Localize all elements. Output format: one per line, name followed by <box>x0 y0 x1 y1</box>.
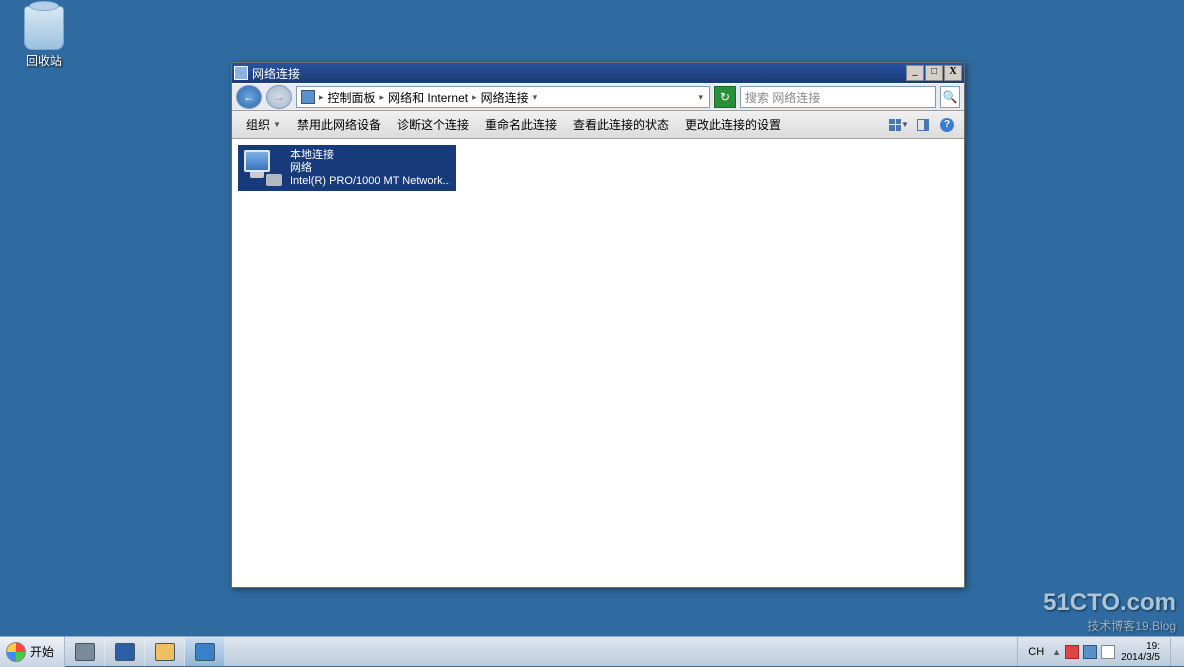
breadcrumb-part[interactable]: 控制面板 <box>328 89 376 106</box>
search-box[interactable] <box>740 86 936 108</box>
dropdown-icon[interactable]: ▾ <box>696 92 705 103</box>
sound-icon[interactable] <box>1101 645 1115 659</box>
chevron-icon: ▾ <box>531 92 540 103</box>
tiles-icon <box>889 119 901 131</box>
connection-adapter: Intel(R) PRO/1000 MT Network... <box>290 175 450 188</box>
view-status-button[interactable]: 查看此连接的状态 <box>565 114 677 135</box>
system-tray: CH ▲ 19: 2014/3/5 <box>1017 637 1184 666</box>
rename-button[interactable]: 重命名此连接 <box>477 114 565 135</box>
powershell-icon <box>115 643 135 661</box>
start-label: 开始 <box>30 643 54 660</box>
maximize-button[interactable]: □ <box>925 65 943 81</box>
clock-time: 19: <box>1121 641 1160 652</box>
taskbar: 开始 CH ▲ 19: 2014/3/5 <box>0 636 1184 666</box>
network-connections-window: 网络连接 _ □ X ← → ▸ 控制面板 ▸ 网络和 Internet ▸ 网… <box>231 62 965 588</box>
clock-date: 2014/3/5 <box>1121 652 1160 663</box>
local-connection-item[interactable]: 本地连接 网络 Intel(R) PRO/1000 MT Network... <box>238 145 456 191</box>
clock[interactable]: 19: 2014/3/5 <box>1119 641 1162 663</box>
windows-logo-icon <box>6 642 26 662</box>
preview-pane-button[interactable] <box>912 114 934 136</box>
help-icon: ? <box>940 118 954 132</box>
chevron-down-icon: ▼ <box>273 120 281 129</box>
search-icon: 🔍 <box>943 90 958 104</box>
minimize-button[interactable]: _ <box>906 65 924 81</box>
watermark: 51CTO.com 技术博客19.Blog <box>1043 589 1176 634</box>
breadcrumb-part[interactable]: 网络和 Internet <box>388 89 468 106</box>
taskbar-network-connections[interactable] <box>185 638 225 666</box>
taskbar-server-manager[interactable] <box>65 638 105 666</box>
view-tiles-button[interactable]: ▼ <box>888 114 910 136</box>
chevron-icon: ▸ <box>378 92 387 103</box>
arrow-left-icon: ← <box>243 90 255 104</box>
chevron-icon: ▸ <box>317 92 326 103</box>
language-indicator[interactable]: CH <box>1024 646 1048 658</box>
show-desktop-button[interactable] <box>1170 638 1178 666</box>
network-adapter-icon <box>244 150 282 186</box>
watermark-line2: 技术博客19.Blog <box>1043 617 1176 634</box>
start-button[interactable]: 开始 <box>0 637 65 667</box>
server-icon <box>75 643 95 661</box>
address-bar[interactable]: ▸ 控制面板 ▸ 网络和 Internet ▸ 网络连接 ▾ ▾ <box>296 86 710 108</box>
forward-button[interactable]: → <box>266 85 292 109</box>
arrow-right-icon: → <box>273 90 285 104</box>
refresh-icon: ↻ <box>720 90 730 104</box>
chevron-down-icon: ▼ <box>901 120 909 129</box>
action-center-icon[interactable] <box>1065 645 1079 659</box>
organize-button[interactable]: 组织▼ <box>238 114 289 135</box>
network-tray-icon[interactable] <box>1083 645 1097 659</box>
back-button[interactable]: ← <box>236 85 262 109</box>
tray-expand-icon[interactable]: ▲ <box>1052 647 1061 657</box>
search-button[interactable]: 🔍 <box>940 86 960 108</box>
taskbar-explorer[interactable] <box>145 638 185 666</box>
window-icon <box>234 66 248 80</box>
refresh-button[interactable]: ↻ <box>714 86 736 108</box>
control-panel-icon <box>301 90 315 104</box>
watermark-line1: 51CTO.com <box>1043 589 1176 617</box>
disable-device-button[interactable]: 禁用此网络设备 <box>289 114 389 135</box>
connection-name: 本地连接 <box>290 149 450 162</box>
breadcrumb-part[interactable]: 网络连接 <box>481 89 529 106</box>
folder-icon <box>155 643 175 661</box>
help-button[interactable]: ? <box>936 114 958 136</box>
toolbar: 组织▼ 禁用此网络设备 诊断这个连接 重命名此连接 查看此连接的状态 更改此连接… <box>232 111 964 139</box>
network-icon <box>195 643 215 661</box>
content-area[interactable]: 本地连接 网络 Intel(R) PRO/1000 MT Network... <box>232 139 964 587</box>
recycle-bin-icon <box>24 6 64 50</box>
recycle-bin-label: 回收站 <box>14 52 74 69</box>
window-title: 网络连接 <box>252 65 906 82</box>
diagnose-button[interactable]: 诊断这个连接 <box>389 114 477 135</box>
connection-status: 网络 <box>290 162 450 175</box>
titlebar[interactable]: 网络连接 _ □ X <box>232 63 964 83</box>
pane-icon <box>917 119 929 131</box>
recycle-bin[interactable]: 回收站 <box>14 6 74 69</box>
search-input[interactable] <box>745 90 931 104</box>
taskbar-powershell[interactable] <box>105 638 145 666</box>
navbar: ← → ▸ 控制面板 ▸ 网络和 Internet ▸ 网络连接 ▾ ▾ ↻ 🔍 <box>232 83 964 111</box>
chevron-icon: ▸ <box>470 92 479 103</box>
close-button[interactable]: X <box>944 65 962 81</box>
change-settings-button[interactable]: 更改此连接的设置 <box>677 114 789 135</box>
